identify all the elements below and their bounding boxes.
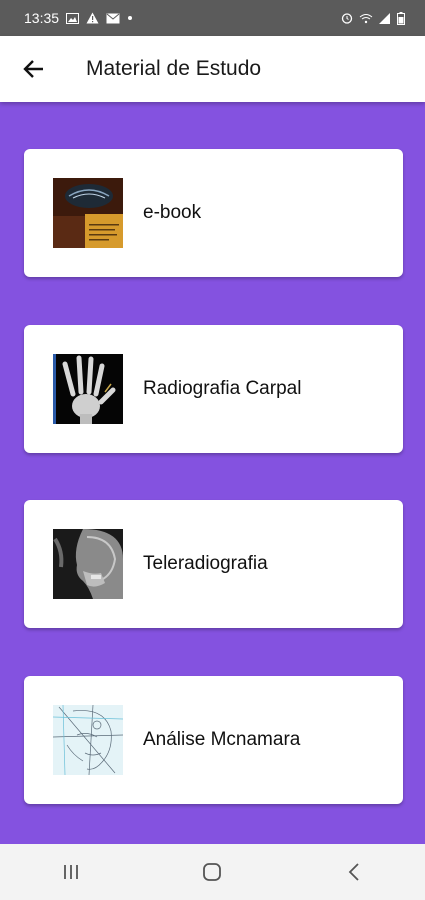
alarm-icon bbox=[341, 13, 353, 24]
content-area: e-book Radiografia Carpal Teleradiografi… bbox=[0, 102, 425, 844]
list-item-teleradiografia[interactable]: Teleradiografia bbox=[24, 500, 403, 628]
skull-xray-image bbox=[53, 529, 123, 599]
back-button[interactable] bbox=[14, 49, 54, 89]
home-icon bbox=[203, 863, 222, 881]
recent-apps-icon bbox=[63, 865, 78, 879]
list-item-label: e-book bbox=[143, 202, 202, 223]
signal-icon bbox=[379, 12, 390, 24]
dot-icon bbox=[128, 16, 133, 20]
list-item-radiografia-carpal[interactable]: Radiografia Carpal bbox=[24, 325, 403, 453]
system-back-button[interactable] bbox=[324, 852, 384, 892]
ebook-cover-image bbox=[53, 178, 123, 248]
gallery-icon bbox=[66, 12, 80, 24]
system-nav-bar bbox=[0, 844, 425, 900]
message-icon bbox=[106, 13, 120, 23]
battery-icon bbox=[397, 11, 405, 25]
hand-xray-image bbox=[53, 354, 123, 424]
status-bar: 13:35 bbox=[0, 0, 425, 36]
app-bar: Material de Estudo bbox=[0, 36, 425, 102]
page-title: Material de Estudo bbox=[86, 57, 262, 80]
list-item-label: Análise Mcnamara bbox=[143, 729, 301, 750]
status-left: 13:35 bbox=[24, 10, 133, 26]
list-item-ebook[interactable]: e-book bbox=[24, 149, 403, 277]
home-button[interactable] bbox=[182, 852, 242, 892]
arrow-back-icon bbox=[23, 60, 43, 78]
chevron-left-icon bbox=[348, 863, 359, 881]
warning-icon bbox=[86, 12, 99, 24]
cephalometric-tracing-image bbox=[53, 705, 123, 775]
list-item-analise-mcnamara[interactable]: Análise Mcnamara bbox=[24, 676, 403, 804]
recent-apps-button[interactable] bbox=[41, 852, 101, 892]
list-item-label: Radiografia Carpal bbox=[143, 378, 302, 399]
status-time: 13:35 bbox=[24, 10, 60, 26]
list-item-label: Teleradiografia bbox=[143, 553, 268, 574]
status-right bbox=[341, 11, 405, 25]
wifi-icon bbox=[359, 13, 373, 23]
